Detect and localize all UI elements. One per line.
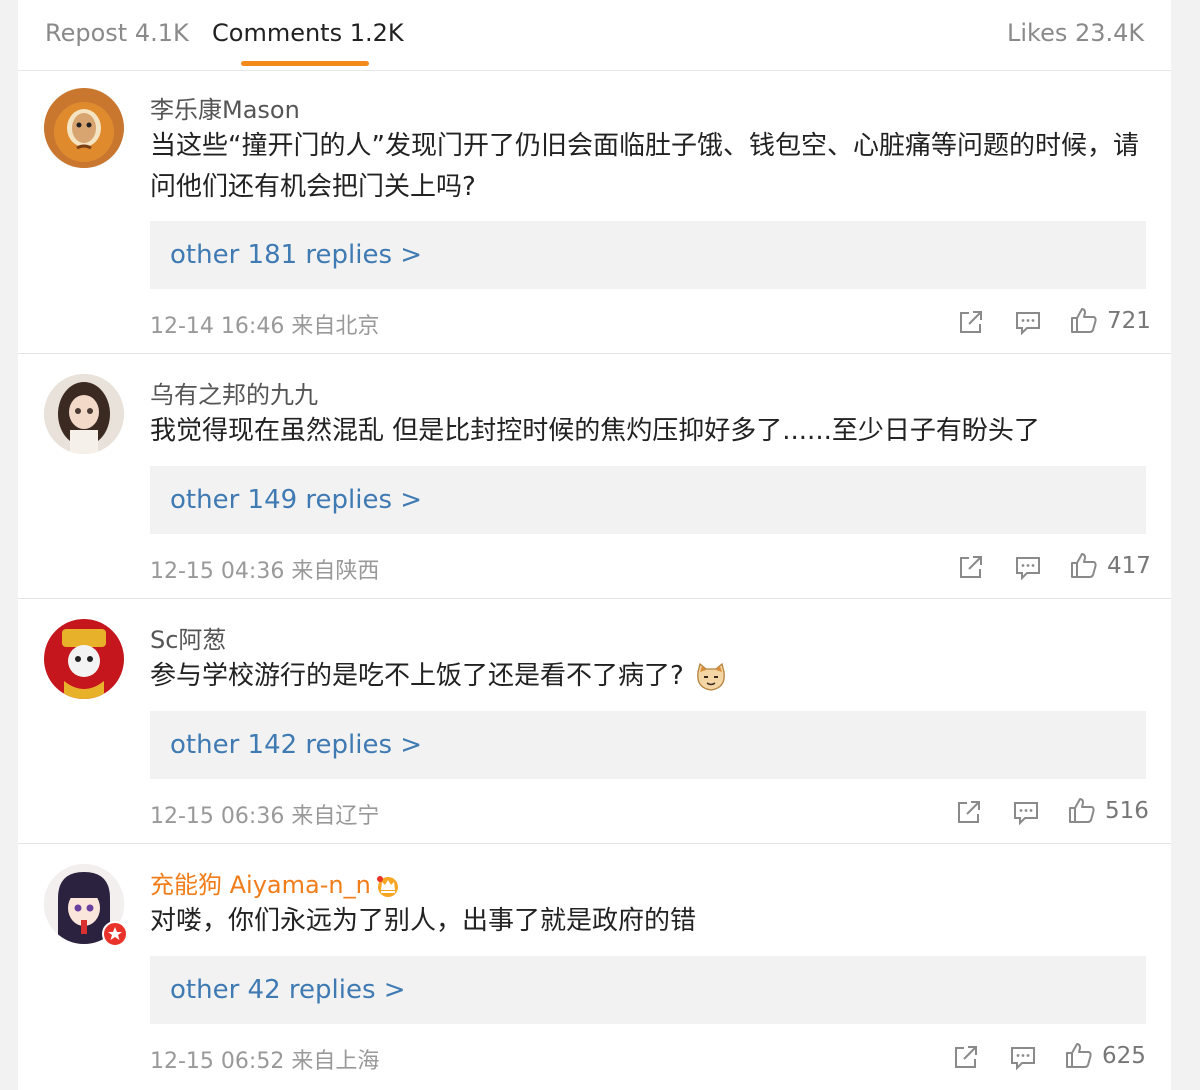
comment-icon[interactable] (1013, 307, 1043, 337)
comments-panel: Repost 4.1K Comments 1.2K Likes 23.4K 李乐… (18, 0, 1171, 1090)
comment-meta: 12-14 16:46 来自北京 (150, 314, 380, 339)
comment-text: 参与学校游行的是吃不上饭了还是看不了病了? (150, 656, 728, 697)
username-text: 充能狗 Aiyama-n_n (150, 871, 371, 899)
active-tab-indicator (241, 61, 369, 66)
comment-text: 当这些“撞开门的人”发现门开了仍旧会面临肚子饿、钱包空、心脏痛等问题的时候，请问… (150, 131, 1139, 202)
thumbs-up-icon[interactable] (1069, 550, 1099, 580)
tab-comments-label: Comments 1.2K (212, 19, 404, 47)
share-icon[interactable] (954, 797, 984, 827)
tab-repost[interactable]: Repost 4.1K (45, 19, 189, 47)
like-count: 516 (1105, 798, 1149, 824)
thumbs-up-icon[interactable] (1069, 305, 1099, 335)
tab-likes[interactable]: Likes 23.4K (1007, 19, 1144, 47)
comment-meta: 12-15 06:36 来自辽宁 (150, 804, 380, 829)
avatar[interactable] (44, 619, 124, 699)
like-count: 625 (1102, 1043, 1146, 1069)
comment-meta: 12-15 04:36 来自陕西 (150, 559, 380, 584)
replies-link[interactable]: other 149 replies > (150, 466, 1146, 534)
comment-text: 我觉得现在虽然混乱 但是比封控时候的焦灼压抑好多了......至少日子有盼头了 (150, 416, 1040, 446)
username[interactable]: 乌有之邦的九九 (150, 375, 318, 410)
comment-item: Sc阿葱 参与学校游行的是吃不上饭了还是看不了病了? other 142 rep… (18, 599, 1171, 844)
like-count: 721 (1107, 308, 1151, 334)
comment-meta: 12-15 06:52 来自上海 (150, 1049, 380, 1074)
thumbs-up-icon[interactable] (1067, 795, 1097, 825)
replies-link[interactable]: other 181 replies > (150, 221, 1146, 289)
comment-text-content: 参与学校游行的是吃不上饭了还是看不了病了? (150, 661, 684, 691)
comment-icon[interactable] (1008, 1042, 1038, 1072)
cat-emoji-icon (696, 662, 725, 691)
share-icon[interactable] (951, 1042, 981, 1072)
share-icon[interactable] (956, 307, 986, 337)
like-count: 417 (1107, 553, 1151, 579)
avatar[interactable] (44, 88, 124, 168)
avatar[interactable] (44, 374, 124, 454)
comment-item: 充能狗 Aiyama-n_n 对喽，你们永远为了别人，出事了就是政府的错 oth… (18, 844, 1171, 1090)
tab-bar: Repost 4.1K Comments 1.2K Likes 23.4K (18, 0, 1171, 71)
comment-item: 李乐康Mason 当这些“撞开门的人”发现门开了仍旧会面临肚子饿、钱包空、心脏痛… (18, 71, 1171, 354)
thumbs-up-icon[interactable] (1064, 1040, 1094, 1070)
tab-comments[interactable]: Comments 1.2K (212, 19, 404, 66)
username[interactable]: Sc阿葱 (150, 620, 226, 655)
comment-text: 对喽，你们永远为了别人，出事了就是政府的错 (150, 906, 697, 936)
username[interactable]: 充能狗 Aiyama-n_n (150, 865, 401, 900)
share-icon[interactable] (956, 552, 986, 582)
comment-icon[interactable] (1013, 552, 1043, 582)
replies-link[interactable]: other 142 replies > (150, 711, 1146, 779)
comment-item: 乌有之邦的九九 我觉得现在虽然混乱 但是比封控时候的焦灼压抑好多了......至… (18, 354, 1171, 599)
crown-icon (376, 876, 398, 897)
verified-badge-icon (102, 921, 128, 947)
username[interactable]: 李乐康Mason (150, 90, 300, 125)
replies-link[interactable]: other 42 replies > (150, 956, 1146, 1024)
comment-icon[interactable] (1011, 797, 1041, 827)
